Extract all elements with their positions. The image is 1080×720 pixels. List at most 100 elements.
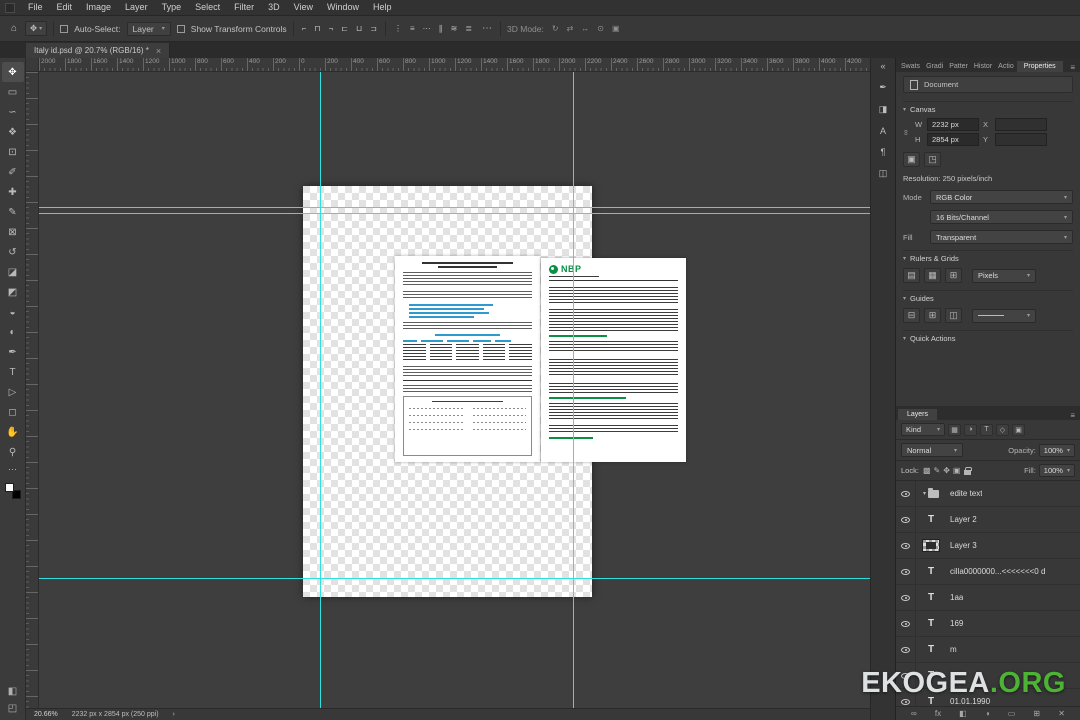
zoom-level-field[interactable]: 20.66% (34, 711, 58, 718)
auto-select-checkbox[interactable] (60, 24, 69, 33)
hand-tool[interactable]: ✋ (2, 422, 24, 442)
align-vertical-centers-icon[interactable]: ⊔ (354, 24, 364, 33)
guide-horizontal[interactable] (39, 213, 870, 214)
ruler-toggle-icon[interactable]: ▤ (903, 268, 920, 283)
guide-style-dropdown[interactable]: ▾ (972, 308, 1036, 323)
show-transform-checkbox[interactable] (176, 24, 185, 33)
menu-item[interactable]: Type (155, 0, 189, 15)
menu-item[interactable]: Window (320, 0, 366, 15)
layer-name[interactable]: m (950, 645, 957, 654)
panel-tab[interactable]: Patter (946, 61, 971, 72)
menu-item[interactable]: Layer (118, 0, 155, 15)
menu-item[interactable]: 3D (261, 0, 287, 15)
menu-item[interactable]: Help (366, 0, 399, 15)
filter-adjustment-layers-icon[interactable]: ◑ (964, 423, 977, 436)
layer-thumbnail[interactable] (916, 566, 946, 577)
canvas-size-icon[interactable]: ◳ (924, 152, 941, 167)
layer-thumbnail[interactable] (916, 539, 946, 552)
quick-actions-section-header[interactable]: ▾ Quick Actions (903, 330, 1073, 345)
layers-tab[interactable]: Layers (898, 409, 938, 420)
guide-horizontal[interactable] (39, 578, 870, 579)
link-dimensions-icon[interactable]: ∞ (901, 130, 910, 136)
layer-visibility-toggle[interactable] (896, 585, 916, 610)
status-chevron-icon[interactable]: › (173, 711, 175, 718)
properties-target-row[interactable]: Document (903, 76, 1073, 93)
layer-name[interactable]: 1aa (950, 593, 963, 602)
more-options-icon[interactable]: ⋯ (480, 23, 494, 34)
layer-visibility-toggle[interactable] (896, 611, 916, 636)
history-brush-tool[interactable]: ↺ (2, 242, 24, 262)
color-swatches[interactable] (4, 483, 21, 499)
grid-toggle-icon[interactable]: ▦ (924, 268, 941, 283)
menu-item[interactable]: File (21, 0, 50, 15)
group-expand-caret-icon[interactable]: ▾ (923, 490, 926, 497)
distribute-right-icon[interactable]: ≣ (463, 24, 474, 33)
layer-thumbnail[interactable] (916, 592, 946, 603)
3d-slide-icon[interactable]: ⊙ (595, 24, 606, 33)
type-tool[interactable]: T (2, 362, 24, 382)
zoom-tool[interactable]: ⚲ (2, 442, 24, 462)
brush-tool[interactable]: ✎ (2, 202, 24, 222)
panel-tab[interactable]: Properties (1016, 61, 1063, 72)
character-panel-icon[interactable]: A (880, 126, 886, 136)
eyedropper-tool[interactable]: ✐ (2, 162, 24, 182)
rectangular-marquee-tool[interactable]: ▭ (2, 82, 24, 102)
align-top-edges-icon[interactable]: ⊏ (339, 24, 350, 33)
layer-visibility-toggle[interactable] (896, 507, 916, 532)
layer-visibility-toggle[interactable] (896, 481, 916, 506)
layer-name[interactable]: Layer 3 (950, 541, 977, 550)
paragraph-panel-icon[interactable]: ¶ (881, 147, 886, 157)
layer-name[interactable]: cilla0000000...<<<<<<<0 d (950, 567, 1045, 576)
app-icon[interactable] (5, 2, 15, 13)
units-dropdown[interactable]: Pixels ▾ (972, 268, 1036, 283)
vertical-ruler[interactable] (26, 72, 39, 708)
ruler-corner[interactable] (26, 58, 39, 72)
menu-item[interactable]: Filter (227, 0, 261, 15)
guides-section-header[interactable]: ▾ Guides (903, 290, 1073, 305)
panel-tab[interactable]: Swats (898, 61, 923, 72)
horizontal-ruler[interactable]: 2000 1800 1600 1400 1200 1000 800 600 400 200 0 200… (39, 58, 870, 72)
align-right-edges-icon[interactable]: ¬ (327, 24, 336, 33)
distribute-horizontal-icon[interactable]: ≋ (449, 24, 460, 33)
align-left-edges-icon[interactable]: ⌐ (300, 24, 309, 33)
path-selection-tool[interactable]: ▷ (2, 382, 24, 402)
layer-thumbnail[interactable] (916, 618, 946, 629)
3d-scale-icon[interactable]: ▣ (610, 24, 622, 33)
tool-preset-dropdown[interactable]: ✥ ▾ (25, 21, 48, 36)
x-field[interactable] (995, 118, 1047, 131)
guide-columns-icon[interactable]: ⊞ (924, 308, 941, 323)
clone-source-panel-icon[interactable]: ◨ (879, 104, 888, 115)
panel-menu-icon[interactable]: ≡ (1070, 63, 1078, 72)
canvas-viewport[interactable]: NBP (39, 72, 870, 708)
lock-transparency-icon[interactable]: ▩ (923, 466, 931, 475)
layer-visibility-toggle[interactable] (896, 559, 916, 584)
lock-pixels-icon[interactable]: ✎ (934, 466, 941, 475)
distribute-top-icon[interactable]: ⋮ (392, 24, 404, 33)
panel-tab[interactable]: Gradi (923, 61, 946, 72)
menu-item[interactable]: Edit (50, 0, 80, 15)
close-icon[interactable]: × (156, 46, 161, 56)
guide-vertical[interactable] (320, 72, 321, 708)
blend-mode-dropdown[interactable]: Normal ▾ (901, 443, 963, 457)
3d-roll-icon[interactable]: ⇄ (565, 24, 576, 33)
width-field[interactable]: 2232 px (927, 118, 979, 131)
height-field[interactable]: 2854 px (927, 133, 979, 146)
panel-tab[interactable]: Actio (995, 61, 1017, 72)
quick-mask-icon[interactable]: ◧ (8, 686, 17, 697)
distribute-vertical-icon[interactable]: ≡ (408, 24, 417, 33)
gradient-tool[interactable]: ◩ (2, 282, 24, 302)
delete-layer-icon[interactable]: ✕ (1058, 709, 1065, 718)
clone-stamp-tool[interactable]: ⊠ (2, 222, 24, 242)
snap-toggle-icon[interactable]: ⊞ (945, 268, 962, 283)
align-horizontal-centers-icon[interactable]: ⊓ (312, 24, 322, 33)
fill-field[interactable]: 100% ▾ (1038, 464, 1075, 477)
blur-tool[interactable]: ◒ (2, 302, 24, 322)
layer-row[interactable]: 169 (896, 611, 1080, 637)
filter-shape-layers-icon[interactable]: ◇ (996, 423, 1009, 436)
bit-depth-dropdown[interactable]: 16 Bits/Channel ▾ (930, 210, 1073, 224)
layer-name[interactable]: edite text (950, 489, 982, 498)
screen-mode-icon[interactable]: ◰ (8, 703, 17, 714)
rulers-grids-section-header[interactable]: ▾ Rulers & Grids (903, 250, 1073, 265)
layer-visibility-toggle[interactable] (896, 637, 916, 662)
layer-row[interactable]: Layer 2 (896, 507, 1080, 533)
